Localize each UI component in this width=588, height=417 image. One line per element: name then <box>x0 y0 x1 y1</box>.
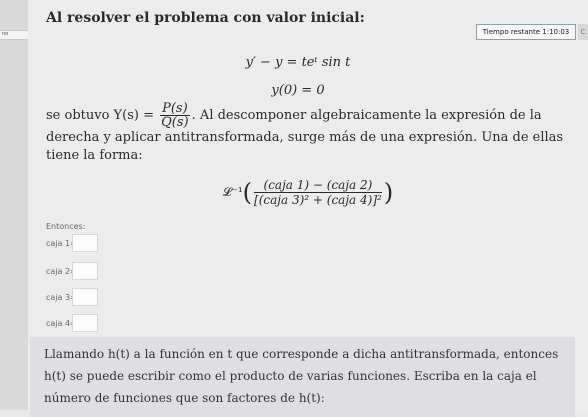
description-prefix: se obtuvo Y(s) = <box>46 108 154 123</box>
fraction: P(s) Q(s) <box>160 102 190 129</box>
big-denominator: [(caja 3)² + (caja 4)]² <box>254 193 382 207</box>
fraction-denominator: Q(s) <box>161 115 189 130</box>
big-fraction: (caja 1) − (caja 2) [(caja 3)² + (caja 4… <box>254 178 382 207</box>
inverse-laplace-symbol: 𝓛⁻¹ <box>222 185 243 199</box>
time-remaining: Tiempo restante 1:10:03 <box>476 24 576 40</box>
answer-input-3[interactable] <box>72 288 98 306</box>
left-paren-icon: ( <box>242 178 253 207</box>
big-numerator: (caja 1) − (caja 2) <box>254 178 382 193</box>
next-question-text: Llamando h(t) a la función en t que corr… <box>44 347 559 405</box>
answer-input-2[interactable] <box>72 262 98 280</box>
question-panel: Al resolver el problema con valor inicia… <box>28 0 588 417</box>
left-sidebar-tab-text: no <box>2 31 9 37</box>
initial-condition: y(0) = 0 <box>271 83 325 98</box>
right-paren-icon: ) <box>383 178 394 207</box>
answers-label: Entonces: <box>46 222 86 231</box>
fraction-numerator: P(s) <box>160 101 190 116</box>
next-question-panel: Llamando h(t) a la función en t que corr… <box>30 337 575 417</box>
answer-input-1[interactable] <box>72 234 98 252</box>
problem-description: se obtuvo Y(s) = P(s) Q(s) . Al descompo… <box>46 102 581 165</box>
refresh-icon[interactable]: C <box>578 24 588 40</box>
answer-input-4[interactable] <box>72 314 98 332</box>
differential-equation: y′ − y = teᵗ sin t <box>245 55 351 70</box>
problem-intro: Al resolver el problema con valor inicia… <box>46 10 365 26</box>
inverse-transform-expression: 𝓛⁻¹( (caja 1) − (caja 2) [(caja 3)² + (c… <box>28 178 588 207</box>
